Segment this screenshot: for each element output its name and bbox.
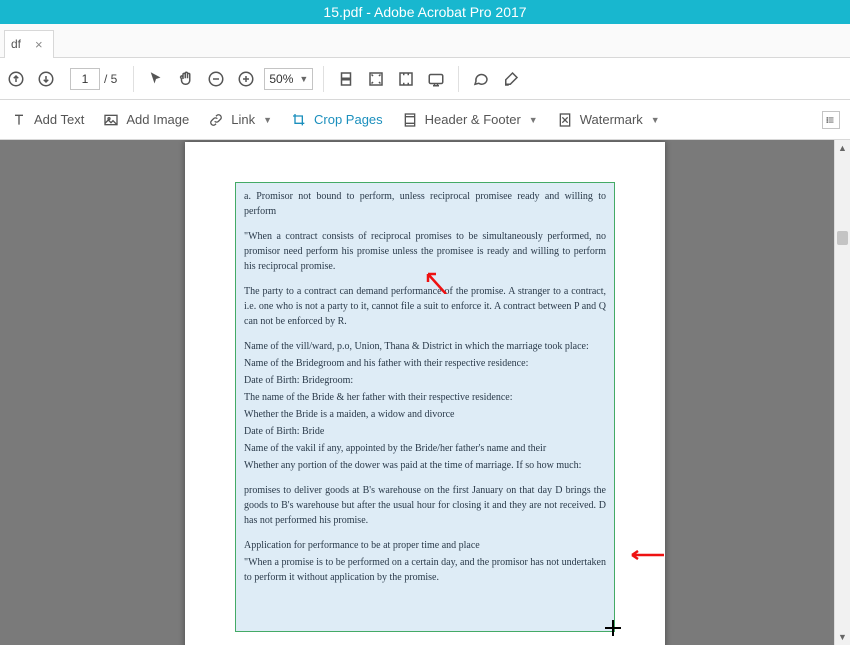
header-footer-icon — [401, 111, 419, 129]
title-bar: 15.pdf - Adobe Acrobat Pro 2017 — [0, 0, 850, 24]
link-button[interactable]: Link ▼ — [207, 111, 272, 129]
add-image-button[interactable]: Add Image — [102, 111, 189, 129]
crop-selection[interactable]: a. Promisor not bound to perform, unless… — [235, 182, 615, 632]
crop-pages-label: Crop Pages — [314, 112, 383, 127]
chevron-down-icon: ▼ — [651, 115, 660, 125]
zoom-select[interactable]: 50% ▼ — [264, 68, 313, 90]
link-label: Link — [231, 112, 255, 127]
upload-icon[interactable] — [4, 67, 28, 91]
watermark-label: Watermark — [580, 112, 643, 127]
doc-text: The party to a contract can demand perfo… — [244, 284, 606, 329]
tab-bar: df × — [0, 24, 850, 58]
image-icon — [102, 111, 120, 129]
separator — [458, 66, 459, 92]
watermark-icon — [556, 111, 574, 129]
window-title: 15.pdf - Adobe Acrobat Pro 2017 — [323, 4, 526, 20]
main-toolbar: 1 / 5 50% ▼ — [0, 58, 850, 100]
highlight-icon[interactable] — [499, 67, 523, 91]
document-tab[interactable]: df × — [4, 30, 54, 58]
hand-tool-icon[interactable] — [174, 67, 198, 91]
doc-text: "When a promise is to be performed on a … — [244, 555, 606, 585]
separator — [133, 66, 134, 92]
chevron-down-icon: ▼ — [529, 115, 538, 125]
doc-text: Whether any portion of the dower was pai… — [244, 458, 606, 473]
add-text-label: Add Text — [34, 112, 84, 127]
fit-page-icon[interactable] — [364, 67, 388, 91]
crop-cursor-icon — [605, 620, 621, 636]
zoom-in-icon[interactable] — [234, 67, 258, 91]
watermark-button[interactable]: Watermark ▼ — [556, 111, 660, 129]
doc-text: "When a contract consists of reciprocal … — [244, 229, 606, 274]
edit-toolbar: Add Text Add Image Link ▼ Crop Pages Hea… — [0, 100, 850, 140]
doc-text: Date of Birth: Bride — [244, 424, 606, 439]
zoom-out-icon[interactable] — [204, 67, 228, 91]
reading-mode-icon[interactable] — [424, 67, 448, 91]
doc-text: Date of Birth: Bridegroom: — [244, 373, 606, 388]
list-icon — [822, 111, 840, 129]
text-icon — [10, 111, 28, 129]
add-image-label: Add Image — [126, 112, 189, 127]
doc-text: Whether the Bride is a maiden, a widow a… — [244, 407, 606, 422]
scroll-down-icon[interactable]: ▼ — [835, 629, 850, 645]
doc-text: promises to deliver goods at B's warehou… — [244, 483, 606, 528]
document-viewport[interactable]: a. Promisor not bound to perform, unless… — [0, 140, 850, 645]
chevron-down-icon: ▼ — [299, 74, 308, 84]
add-text-button[interactable]: Add Text — [10, 111, 84, 129]
doc-text: Name of the Bridegroom and his father wi… — [244, 356, 606, 371]
zoom-value: 50% — [269, 72, 293, 86]
link-icon — [207, 111, 225, 129]
doc-text: a. Promisor not bound to perform, unless… — [244, 189, 606, 219]
header-footer-label: Header & Footer — [425, 112, 521, 127]
crop-icon — [290, 111, 308, 129]
doc-text: Name of the vakil if any, appointed by t… — [244, 441, 606, 456]
header-footer-button[interactable]: Header & Footer ▼ — [401, 111, 538, 129]
page-nav: 1 / 5 — [70, 68, 117, 90]
scroll-up-icon[interactable]: ▲ — [835, 140, 850, 156]
tab-label: df — [11, 37, 21, 51]
fit-width-icon[interactable] — [334, 67, 358, 91]
more-options-button[interactable] — [822, 111, 840, 129]
pdf-page: a. Promisor not bound to perform, unless… — [185, 142, 665, 645]
scroll-thumb[interactable] — [837, 231, 848, 245]
doc-text: The name of the Bride & her father with … — [244, 390, 606, 405]
doc-text: Name of the vill/ward, p.o, Union, Thana… — [244, 339, 606, 354]
doc-text: Application for performance to be at pro… — [244, 538, 606, 553]
page-total-label: / 5 — [104, 72, 117, 86]
crop-pages-button[interactable]: Crop Pages — [290, 111, 383, 129]
vertical-scrollbar[interactable]: ▲ ▼ — [834, 140, 850, 645]
chevron-down-icon: ▼ — [263, 115, 272, 125]
page-current-input[interactable]: 1 — [70, 68, 100, 90]
fullscreen-icon[interactable] — [394, 67, 418, 91]
separator — [323, 66, 324, 92]
close-icon[interactable]: × — [35, 37, 43, 52]
select-tool-icon[interactable] — [144, 67, 168, 91]
download-icon[interactable] — [34, 67, 58, 91]
comment-icon[interactable] — [469, 67, 493, 91]
scroll-track[interactable] — [835, 156, 850, 629]
